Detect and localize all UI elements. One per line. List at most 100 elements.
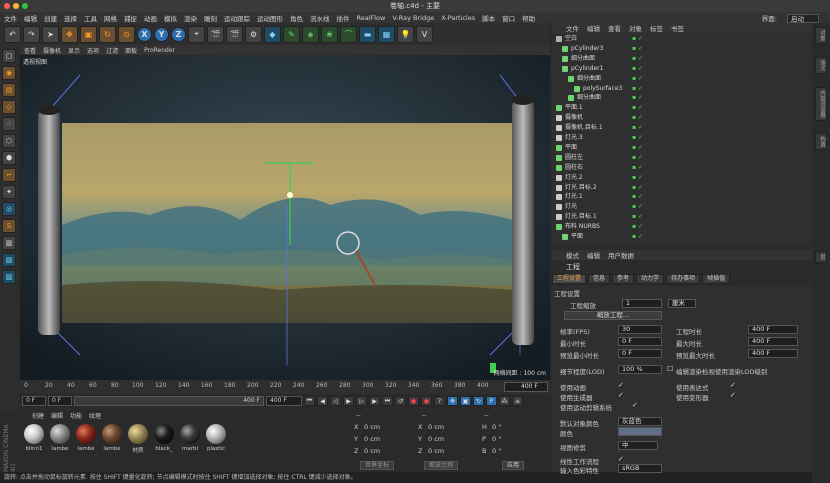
- menu-render[interactable]: 渲染: [184, 13, 197, 23]
- next-frame-icon[interactable]: ▷: [356, 396, 367, 406]
- menu-edit[interactable]: 编辑: [24, 13, 37, 23]
- bend-deformer-icon[interactable]: ⌒: [340, 25, 357, 43]
- mat-menu-create[interactable]: 创建: [32, 411, 44, 420]
- vp-menu-options[interactable]: 选项: [87, 46, 99, 55]
- menu-create[interactable]: 创建: [44, 13, 57, 23]
- object-row[interactable]: 灯光.3 ▪ ✓: [552, 134, 812, 142]
- goto-end-icon[interactable]: ⏭: [382, 396, 393, 406]
- use-motion-system-checkbox[interactable]: ✓: [632, 401, 638, 409]
- autokey-icon[interactable]: ●: [421, 396, 432, 406]
- redo-icon[interactable]: ↷: [23, 25, 40, 43]
- light-icon[interactable]: 💡: [397, 25, 414, 43]
- menu-window[interactable]: 窗口: [502, 13, 515, 23]
- visibility-check-icon[interactable]: ▪ ✓: [632, 94, 643, 102]
- recent-tool-icon[interactable]: ⊙: [118, 25, 135, 43]
- tab-project-settings[interactable]: 工程设置: [552, 274, 587, 284]
- subdivision-icon[interactable]: ◈: [302, 25, 319, 43]
- render-settings-icon[interactable]: ⚙: [245, 25, 262, 43]
- visibility-check-icon[interactable]: ▪ ✓: [632, 35, 643, 43]
- vray-icon[interactable]: V: [416, 25, 433, 43]
- use-expressions-checkbox[interactable]: ✓: [730, 381, 736, 389]
- texture-mode-icon[interactable]: ▤: [2, 83, 16, 97]
- position-key-icon[interactable]: ✥: [447, 396, 458, 406]
- points-mode-icon[interactable]: ⁘: [2, 117, 16, 131]
- object-row[interactable]: 灯光 ▪ ✓: [552, 203, 812, 211]
- menu-mesh[interactable]: 网格: [104, 13, 117, 23]
- timeline-menu-icon[interactable]: ≡: [512, 396, 523, 406]
- make-editable-icon[interactable]: ▢: [2, 49, 16, 63]
- use-deformers-checkbox[interactable]: ✓: [730, 391, 736, 399]
- material-item[interactable]: plastic: [204, 424, 228, 452]
- object-row[interactable]: 空白 ▪ ✓: [552, 35, 812, 43]
- object-row[interactable]: 灯光.目标.2 ▪ ✓: [552, 184, 812, 192]
- coordinate-system-icon[interactable]: ⌖: [188, 25, 205, 43]
- visibility-check-icon[interactable]: ▪ ✓: [632, 45, 643, 53]
- x-axis-button[interactable]: X: [137, 26, 152, 42]
- side-tab-layers[interactable]: 层: [815, 251, 827, 263]
- use-generators-checkbox[interactable]: ✓: [618, 391, 624, 399]
- close-window-icon[interactable]: [4, 3, 10, 9]
- tab-dynamics[interactable]: 动力学: [636, 274, 665, 284]
- cube-icon[interactable]: ◆: [264, 25, 281, 43]
- object-row[interactable]: pCylinder1 ▪ ✓: [552, 65, 812, 73]
- mat-menu-texture[interactable]: 纹理: [89, 411, 101, 420]
- color-swatch[interactable]: [618, 427, 662, 436]
- visibility-check-icon[interactable]: ▪ ✓: [632, 193, 643, 201]
- scale-key-icon[interactable]: ▣: [460, 396, 471, 406]
- project-scale-unit[interactable]: 厘米: [668, 299, 696, 308]
- project-scale-field[interactable]: 1: [622, 299, 662, 308]
- preview-start-field[interactable]: 0 F: [48, 396, 72, 406]
- vp-menu-view[interactable]: 查看: [24, 46, 36, 55]
- size-x-field[interactable]: 0 cm: [428, 423, 444, 431]
- end-frame-field[interactable]: 400 F: [266, 396, 302, 406]
- visibility-check-icon[interactable]: ▪ ✓: [632, 223, 643, 231]
- object-row[interactable]: 摄像机 ▪ ✓: [552, 114, 812, 122]
- layout-dropdown[interactable]: 启动: [787, 13, 819, 23]
- side-tab-structure[interactable]: 构造: [815, 133, 827, 150]
- material-item[interactable]: black_: [152, 424, 176, 452]
- om-menu-edit[interactable]: 编辑: [587, 23, 600, 33]
- material-item[interactable]: 材质: [126, 424, 150, 454]
- visibility-check-icon[interactable]: ▪ ✓: [632, 134, 643, 142]
- menu-pipeline[interactable]: 流水线: [310, 13, 330, 23]
- goto-start-icon[interactable]: ⏮: [304, 396, 315, 406]
- object-row[interactable]: polySurface3 ▪ ✓: [552, 85, 812, 93]
- vp-menu-panel[interactable]: 面板: [125, 46, 137, 55]
- render-picture-viewer-icon[interactable]: 🎬: [226, 25, 243, 43]
- render-lod-checkbox[interactable]: ☐: [667, 365, 673, 373]
- pla-key-icon[interactable]: ⁂: [499, 396, 510, 406]
- visibility-check-icon[interactable]: ▪ ✓: [632, 104, 643, 112]
- record-icon[interactable]: ●: [408, 396, 419, 406]
- default-object-color-dropdown[interactable]: 灰蓝色: [618, 417, 662, 426]
- mat-menu-edit[interactable]: 编辑: [51, 411, 63, 420]
- polygons-mode-icon[interactable]: ⬢: [2, 151, 16, 165]
- position-z-field[interactable]: 0 cm: [364, 447, 380, 455]
- menu-character[interactable]: 角色: [290, 13, 303, 23]
- coord-mode-dropdown[interactable]: 世界坐标: [360, 461, 395, 470]
- coord-scale-dropdown[interactable]: 缩放比例: [424, 461, 459, 470]
- undo-icon[interactable]: ↶: [4, 25, 21, 43]
- solo-icon[interactable]: ◎: [2, 202, 16, 216]
- vp-menu-cameras[interactable]: 摄像机: [43, 46, 61, 55]
- position-y-field[interactable]: 0 cm: [364, 435, 380, 443]
- vp-menu-filter[interactable]: 过滤: [106, 46, 118, 55]
- object-row[interactable]: 平面 ▪ ✓: [552, 144, 812, 152]
- menu-select[interactable]: 选择: [64, 13, 77, 23]
- param-key-icon[interactable]: P: [486, 396, 497, 406]
- side-tab-content-browser[interactable]: 内容浏览器: [815, 87, 827, 121]
- visibility-check-icon[interactable]: ▪ ✓: [632, 203, 643, 211]
- array-icon[interactable]: ❀: [321, 25, 338, 43]
- axis-mode-icon[interactable]: ⌐: [2, 168, 16, 182]
- material-item[interactable]: lambe: [48, 424, 72, 452]
- position-x-field[interactable]: 0 cm: [364, 423, 380, 431]
- tab-reference[interactable]: 参考: [612, 274, 635, 284]
- object-row[interactable]: 灯光.2 ▪ ✓: [552, 174, 812, 182]
- object-row[interactable]: 灯光.目标.1 ▪ ✓: [552, 213, 812, 221]
- pen-icon[interactable]: ✎: [283, 25, 300, 43]
- object-row[interactable]: 灯光.1 ▪ ✓: [552, 193, 812, 201]
- menu-script[interactable]: 脚本: [482, 13, 495, 23]
- menu-motion-tracking[interactable]: 运动跟踪: [224, 13, 250, 23]
- fps-field[interactable]: 30: [618, 325, 662, 334]
- visibility-check-icon[interactable]: ▪ ✓: [632, 85, 643, 93]
- visibility-check-icon[interactable]: ▪ ✓: [632, 213, 643, 221]
